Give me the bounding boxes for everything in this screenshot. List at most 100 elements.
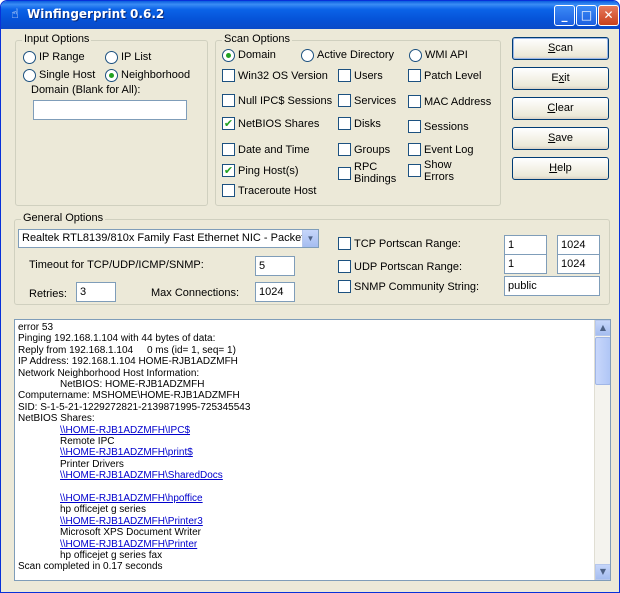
output-log[interactable]: error 53 Pinging 192.168.1.104 with 44 by… [14,319,611,581]
save-button[interactable]: Save [512,127,609,150]
log-line: Reply from 192.168.1.104 0 ms (id= 1, se… [18,344,236,356]
clear-button[interactable]: Clear [512,97,609,120]
share-link[interactable]: \\HOME-RJB1ADZMFH\SharedDocs [60,470,223,481]
ip-list-label: IP List [121,51,152,63]
log-line: Pinging 192.168.1.104 with 44 bytes of d… [18,333,216,345]
netbios-shares-checkbox[interactable]: ✔ [222,117,235,130]
wmi-api-radio[interactable] [409,49,422,62]
date-time-checkbox[interactable] [222,143,235,156]
groups-checkbox[interactable] [338,143,351,156]
log-line: Remote IPC [60,436,115,447]
traceroute-host-checkbox[interactable] [222,184,235,197]
null-ipc-checkbox[interactable] [222,94,235,107]
log-line: hp officejet g series [60,504,146,516]
sessions-label: Sessions [424,121,469,133]
help-hotkey: H [549,162,558,174]
log-line: hp officejet g series fax [60,550,163,561]
tcp-portscan-checkbox[interactable] [338,237,351,250]
scroll-thumb[interactable] [595,337,610,385]
exit-pre: E [551,72,559,84]
domain-radio[interactable] [222,49,235,62]
rpc-bindings-checkbox[interactable] [338,167,351,180]
share-link[interactable]: \\HOME-RJB1ADZMFH\IPC$ [60,425,190,436]
neighborhood-label: Neighborhood [121,69,191,81]
minimize-button[interactable]: _ [554,5,575,26]
log-line: SID: S-1-5-21-1229272821-2139871995-7253… [18,401,251,413]
disks-label: Disks [354,118,381,130]
general-options-legend: General Options [21,212,106,224]
rpc-bindings-label-line1: RPC [354,161,378,173]
tcp-portscan-label: TCP Portscan Range: [354,238,461,250]
scroll-down-icon[interactable]: ▼ [595,564,610,580]
tcp-from-input[interactable]: 1 [504,235,547,255]
max-connections-label: Max Connections: [151,287,240,299]
win32-os-version-checkbox[interactable] [222,69,235,82]
log-line: Network Neighborhood Host Information: [18,367,200,379]
domain-radio-label: Domain [238,49,276,61]
rpc-bindings-label-line2: Bindings [354,173,397,185]
timeout-input[interactable]: 5 [255,256,295,276]
share-link[interactable]: \\HOME-RJB1ADZMFH\Printer3 [60,516,203,527]
log-line: Printer Drivers [60,458,124,470]
date-time-label: Date and Time [238,144,310,156]
scan-options-legend: Scan Options [222,33,293,45]
udp-portscan-checkbox[interactable] [338,260,351,273]
event-log-label: Event Log [424,144,474,156]
log-line: error 53 [18,322,54,333]
title-bar[interactable]: ☝ Winfingerprint 0.6.2 _ □ ✕ [1,1,619,29]
timeout-label: Timeout for TCP/UDP/ICMP/SNMP: [29,259,204,271]
show-errors-label-line1: Show [424,159,452,171]
event-log-checkbox[interactable] [408,143,421,156]
win32-os-version-label: Win32 OS Version [238,70,328,82]
clear-rest: lear [555,102,574,114]
ip-list-radio[interactable] [105,51,118,64]
users-checkbox[interactable] [338,69,351,82]
scroll-up-icon[interactable]: ▲ [595,320,610,336]
snmp-checkbox[interactable] [338,280,351,293]
mac-address-checkbox[interactable] [408,95,421,108]
ping-hosts-checkbox[interactable]: ✔ [222,164,235,177]
scan-rest: can [555,42,574,54]
retries-input[interactable]: 3 [76,282,116,302]
share-link[interactable]: \\HOME-RJB1ADZMFH\print$ [60,447,193,458]
ip-range-label: IP Range [39,51,85,63]
single-host-label: Single Host [39,69,96,81]
app-window: ☝ Winfingerprint 0.6.2 _ □ ✕ Input Optio… [0,0,620,593]
input-options-legend: Input Options [22,33,92,45]
chevron-down-icon[interactable]: ▼ [302,230,318,247]
traceroute-host-label: Traceroute Host [238,185,317,197]
output-scrollbar[interactable]: ▲ ▼ [594,320,610,580]
neighborhood-radio[interactable] [105,69,118,82]
services-checkbox[interactable] [338,94,351,107]
tcp-to-input[interactable]: 1024 [557,235,600,255]
show-errors-checkbox[interactable] [408,164,421,177]
single-host-radio[interactable] [23,69,36,82]
close-button[interactable]: ✕ [598,5,619,26]
null-ipc-label: Null IPC$ Sessions [238,95,333,107]
scan-button[interactable]: Scan [512,37,609,60]
active-directory-label: Active Directory [317,49,395,61]
mac-address-label: MAC Address [424,96,492,108]
patch-level-checkbox[interactable] [408,69,421,82]
udp-to-input[interactable]: 1024 [557,254,600,274]
udp-from-input[interactable]: 1 [504,254,547,274]
disks-checkbox[interactable] [338,117,351,130]
fingerprint-icon: ☝ [11,7,19,22]
domain-input[interactable] [33,100,187,120]
wmi-api-label: WMI API [425,49,468,61]
maximize-button[interactable]: □ [576,5,597,26]
network-adapter-select[interactable]: Realtek RTL8139/810x Family Fast Etherne… [18,229,319,248]
retries-label: Retries: [29,288,67,300]
ip-range-radio[interactable] [23,51,36,64]
sessions-checkbox[interactable] [408,120,421,133]
help-button[interactable]: Help [512,157,609,180]
max-connections-input[interactable]: 1024 [255,282,295,302]
share-link[interactable]: \\HOME-RJB1ADZMFH\Printer [60,539,197,550]
log-line: Microsoft XPS Document Writer [60,527,201,539]
share-link[interactable]: \\HOME-RJB1ADZMFH\hpoffice [60,493,203,504]
exit-button[interactable]: Exit [512,67,609,90]
netbios-shares-label: NetBIOS Shares [238,118,320,130]
input-options-group: Input Options [15,33,208,206]
snmp-community-input[interactable]: public [504,276,600,296]
active-directory-radio[interactable] [301,49,314,62]
